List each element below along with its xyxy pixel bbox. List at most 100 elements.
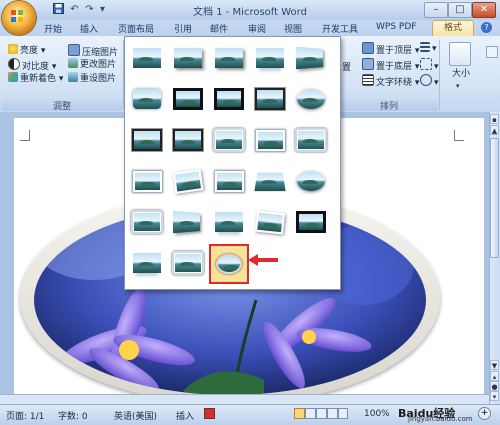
- size-label[interactable]: 大小: [452, 68, 470, 81]
- recolor-icon: [8, 72, 18, 82]
- next-page-icon[interactable]: ▾: [490, 391, 499, 401]
- picture-style-thumbnail: [214, 170, 244, 192]
- zoom-level[interactable]: 100%: [364, 409, 390, 419]
- picture-style-thumbnail: [297, 89, 325, 109]
- group-icon: [420, 58, 432, 70]
- picture-style-item[interactable]: [129, 164, 165, 198]
- status-word-count[interactable]: 字数: 0: [58, 409, 88, 422]
- minimize-button[interactable]: –: [424, 2, 448, 18]
- tab-page-layout[interactable]: 页面布局: [118, 22, 154, 35]
- picture-style-item[interactable]: [293, 41, 329, 75]
- picture-style-item[interactable]: [211, 164, 247, 198]
- picture-style-thumbnail: [172, 251, 204, 275]
- picture-style-item[interactable]: [129, 205, 165, 239]
- picture-style-item[interactable]: [129, 123, 165, 157]
- picture-style-item[interactable]: [293, 164, 329, 198]
- outline-view-icon[interactable]: [327, 408, 338, 419]
- tab-home[interactable]: 开始: [44, 22, 62, 35]
- recolor-button[interactable]: 重新着色 ▾: [8, 72, 63, 85]
- position-button[interactable]: 置: [342, 60, 351, 73]
- brightness-button[interactable]: 亮度 ▾: [8, 44, 45, 57]
- tab-references[interactable]: 引用: [174, 22, 192, 35]
- picture-style-item[interactable]: [211, 123, 247, 157]
- rotate-button[interactable]: ▾: [420, 74, 439, 88]
- picture-style-thumbnail: [131, 210, 163, 234]
- picture-style-item[interactable]: [252, 82, 288, 116]
- group-objects-button[interactable]: ▾: [420, 58, 439, 72]
- picture-style-item[interactable]: [211, 41, 247, 75]
- bring-to-front-button[interactable]: 置于顶层 ▾: [362, 42, 419, 56]
- scroll-up-icon[interactable]: ▲: [490, 125, 499, 135]
- picture-style-item[interactable]: [211, 82, 247, 116]
- picture-style-item[interactable]: [293, 123, 329, 157]
- full-screen-view-icon[interactable]: [305, 408, 316, 419]
- size-dropdown-arrow[interactable]: ▾: [456, 80, 460, 93]
- picture-style-item[interactable]: [252, 41, 288, 75]
- picture-style-thumbnail: [295, 128, 327, 152]
- crop-mark: [29, 130, 30, 140]
- ruler-toggle-icon[interactable]: ▪: [490, 114, 499, 124]
- previous-page-icon[interactable]: ▴: [490, 371, 499, 381]
- web-layout-view-icon[interactable]: [316, 408, 327, 419]
- picture-style-thumbnail: [213, 128, 245, 152]
- picture-style-item[interactable]: [170, 246, 206, 280]
- tab-insert[interactable]: 插入: [80, 22, 98, 35]
- picture-style-item[interactable]: [129, 41, 165, 75]
- compress-pictures-button[interactable]: 压缩图片: [68, 44, 118, 58]
- send-to-back-button[interactable]: 置于底层 ▾: [362, 58, 419, 72]
- qat-more-button[interactable]: ▾: [96, 3, 109, 16]
- picture-style-item[interactable]: [293, 205, 329, 239]
- macro-record-icon[interactable]: [204, 408, 215, 419]
- picture-style-item[interactable]: [170, 205, 206, 239]
- tab-wps-pdf[interactable]: WPS PDF: [376, 22, 416, 32]
- picture-style-thumbnail: [216, 254, 242, 274]
- tab-mailings[interactable]: 邮件: [210, 22, 228, 35]
- tab-developer[interactable]: 开发工具: [322, 22, 358, 35]
- zoom-in-icon[interactable]: +: [478, 407, 491, 420]
- picture-style-item[interactable]: [170, 82, 206, 116]
- save-icon[interactable]: [52, 3, 65, 16]
- change-picture-icon: [68, 58, 78, 68]
- rotate-icon: [420, 74, 432, 86]
- group-label-arrange: 排列: [340, 99, 438, 112]
- picture-style-item[interactable]: [211, 205, 247, 239]
- picture-style-item[interactable]: [293, 82, 329, 116]
- reset-picture-button[interactable]: 重设图片: [68, 72, 116, 85]
- tab-format[interactable]: 格式: [432, 20, 474, 37]
- help-icon[interactable]: ?: [481, 22, 492, 33]
- status-language[interactable]: 英语(美国): [114, 409, 157, 422]
- send-back-icon: [362, 58, 374, 70]
- maximize-button[interactable]: □: [448, 2, 472, 18]
- tab-review[interactable]: 审阅: [248, 22, 266, 35]
- undo-button[interactable]: ↶: [68, 3, 81, 16]
- tab-view[interactable]: 视图: [284, 22, 302, 35]
- picture-style-item[interactable]: [252, 164, 288, 198]
- redo-button[interactable]: ↷: [83, 3, 96, 16]
- change-picture-button[interactable]: 更改图片: [68, 58, 116, 71]
- picture-style-thumbnail: [133, 48, 161, 68]
- align-icon: [420, 42, 430, 52]
- close-button[interactable]: ✕: [472, 2, 496, 18]
- status-insert-mode[interactable]: 插入: [176, 409, 194, 422]
- picture-style-oval-selected[interactable]: [209, 244, 249, 284]
- picture-style-item[interactable]: [170, 164, 206, 198]
- scroll-thumb[interactable]: [490, 138, 499, 258]
- text-wrap-button[interactable]: 文字环绕 ▾: [362, 74, 419, 88]
- print-layout-view-icon[interactable]: [294, 408, 305, 419]
- picture-style-item[interactable]: [170, 123, 206, 157]
- status-page[interactable]: 页面: 1/1: [6, 409, 44, 422]
- picture-style-item[interactable]: [252, 205, 288, 239]
- crop-mark: [454, 130, 455, 140]
- contrast-button[interactable]: 对比度 ▾: [8, 58, 56, 72]
- picture-style-item[interactable]: [129, 246, 165, 280]
- picture-style-item[interactable]: [170, 41, 206, 75]
- browse-object-icon[interactable]: ●: [490, 381, 499, 391]
- picture-style-item[interactable]: [252, 123, 288, 157]
- draft-view-icon[interactable]: [338, 408, 348, 419]
- size-icon[interactable]: [449, 42, 471, 66]
- picture-style-item[interactable]: [129, 82, 165, 116]
- bring-front-icon: [362, 42, 374, 54]
- scroll-ribbon-icon[interactable]: [486, 46, 498, 58]
- align-button[interactable]: ▾: [420, 42, 437, 55]
- scroll-down-icon[interactable]: ▼: [490, 360, 499, 370]
